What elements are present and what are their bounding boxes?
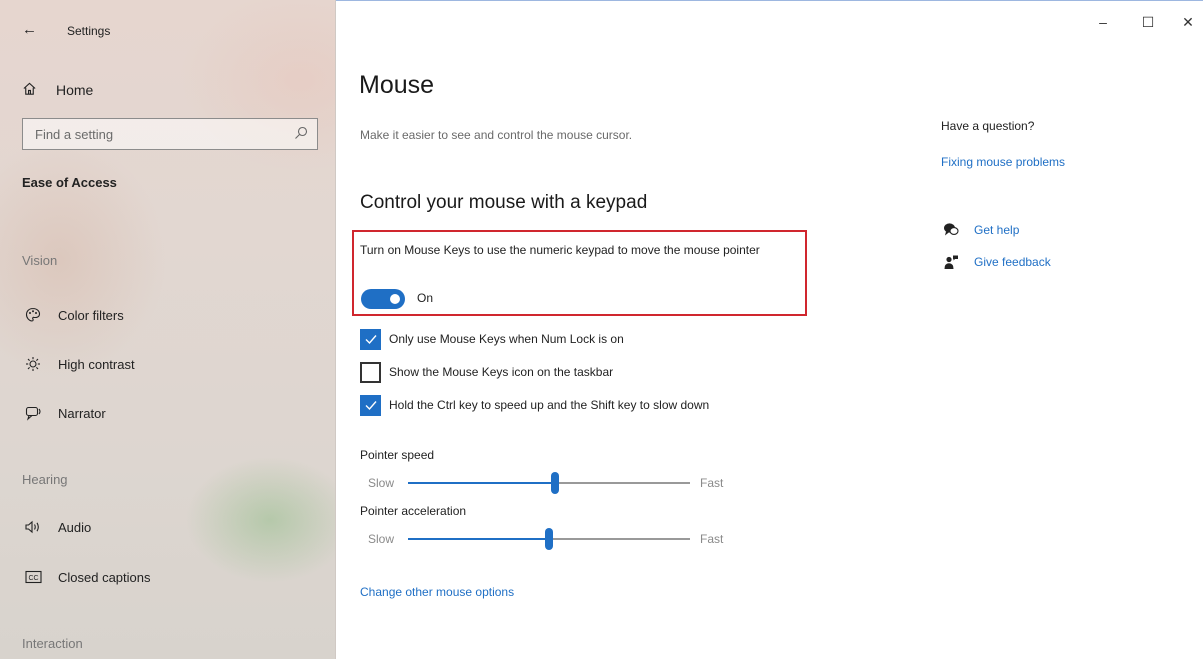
sidebar-item-high-contrast[interactable]: High contrast bbox=[22, 352, 135, 376]
give-feedback-row[interactable]: Give feedback bbox=[941, 254, 1051, 270]
sidebar-item-narrator[interactable]: Narrator bbox=[22, 401, 106, 425]
get-help-icon bbox=[941, 222, 961, 237]
group-label-hearing: Hearing bbox=[22, 472, 68, 487]
get-help-link[interactable]: Get help bbox=[974, 223, 1019, 237]
back-button[interactable]: ← bbox=[22, 20, 42, 40]
sidebar-item-color-filters[interactable]: Color filters bbox=[22, 303, 124, 327]
settings-sidebar: ← Settings Home Ease of Access Vision Co… bbox=[0, 0, 336, 659]
sidebar-item-closed-captions[interactable]: CC Closed captions bbox=[22, 565, 151, 589]
slider-fill bbox=[408, 538, 549, 540]
checkbox-label: Only use Mouse Keys when Num Lock is on bbox=[389, 332, 624, 346]
toggle-state-label: On bbox=[417, 291, 434, 305]
pointer-acceleration-slider-row: Slow Fast bbox=[360, 528, 740, 550]
closed-captions-icon: CC bbox=[22, 570, 44, 584]
search-input[interactable] bbox=[23, 119, 317, 149]
pointer-speed-slider-row: Slow Fast bbox=[360, 472, 740, 494]
page-subtitle: Make it easier to see and control the mo… bbox=[360, 128, 633, 142]
pointer-speed-label: Pointer speed bbox=[360, 448, 435, 462]
give-feedback-link[interactable]: Give feedback bbox=[974, 255, 1051, 269]
high-contrast-icon bbox=[22, 356, 44, 372]
close-icon: ✕ bbox=[1182, 14, 1194, 30]
pointer-acceleration-label: Pointer acceleration bbox=[360, 504, 467, 518]
checkbox-label: Show the Mouse Keys icon on the taskbar bbox=[389, 365, 614, 379]
minimize-icon: – bbox=[1099, 14, 1107, 30]
sidebar-titlebar: ← Settings bbox=[0, 0, 336, 60]
fixing-mouse-problems-link[interactable]: Fixing mouse problems bbox=[941, 155, 1065, 169]
sidebar-item-label: Home bbox=[56, 82, 94, 98]
maximize-icon: ☐ bbox=[1141, 14, 1155, 30]
get-help-row[interactable]: Get help bbox=[941, 222, 1019, 237]
checkbox-taskbar-icon[interactable] bbox=[360, 361, 381, 383]
page-title: Mouse bbox=[359, 71, 435, 99]
sidebar-item-label: Color filters bbox=[58, 307, 124, 323]
give-feedback-icon bbox=[941, 254, 961, 270]
section-heading: Control your mouse with a keypad bbox=[360, 192, 648, 213]
window-top-border bbox=[336, 0, 1203, 1]
slider-thumb[interactable] bbox=[551, 472, 559, 494]
checkbox-num-lock[interactable] bbox=[360, 328, 381, 350]
checkbox-num-lock-row[interactable]: Only use Mouse Keys when Num Lock is on bbox=[360, 328, 624, 350]
home-icon bbox=[22, 81, 42, 99]
sidebar-item-home[interactable]: Home bbox=[22, 78, 93, 102]
help-question-heading: Have a question? bbox=[941, 119, 1035, 133]
slider-max-label: Fast bbox=[700, 476, 724, 490]
close-button[interactable]: ✕ bbox=[1173, 14, 1203, 31]
app-title: Settings bbox=[67, 24, 111, 38]
checkmark-icon bbox=[365, 401, 377, 411]
sidebar-section-title: Ease of Access bbox=[22, 175, 117, 190]
sidebar-item-label: Closed captions bbox=[58, 569, 151, 585]
checkbox-label: Hold the Ctrl key to speed up and the Sh… bbox=[389, 398, 710, 412]
maximize-button[interactable]: ☐ bbox=[1133, 14, 1163, 31]
pointer-acceleration-slider[interactable] bbox=[408, 528, 690, 550]
toggle-knob bbox=[390, 294, 400, 304]
slider-min-label: Slow bbox=[368, 476, 395, 490]
svg-text:CC: CC bbox=[28, 575, 38, 582]
slider-fill bbox=[408, 482, 555, 484]
audio-icon bbox=[22, 519, 44, 535]
sidebar-item-label: Audio bbox=[58, 519, 92, 535]
slider-max-label: Fast bbox=[700, 532, 724, 546]
slider-min-label: Slow bbox=[368, 532, 395, 546]
change-other-mouse-options-link[interactable]: Change other mouse options bbox=[360, 585, 514, 599]
checkbox-taskbar-icon-row[interactable]: Show the Mouse Keys icon on the taskbar bbox=[360, 361, 613, 383]
minimize-button[interactable]: – bbox=[1088, 14, 1118, 30]
mouse-keys-toggle[interactable] bbox=[361, 289, 405, 309]
pointer-speed-slider[interactable] bbox=[408, 472, 690, 494]
back-arrow-icon: ← bbox=[22, 21, 37, 38]
checkbox-ctrl-shift[interactable] bbox=[360, 394, 381, 416]
checkbox-ctrl-shift-row[interactable]: Hold the Ctrl key to speed up and the Sh… bbox=[360, 394, 709, 416]
sidebar-item-label: High contrast bbox=[58, 356, 135, 372]
sidebar-item-label: Narrator bbox=[58, 405, 106, 421]
slider-thumb[interactable] bbox=[545, 528, 553, 550]
color-filters-icon bbox=[22, 307, 44, 323]
group-label-interaction: Interaction bbox=[22, 636, 83, 651]
narrator-icon bbox=[22, 405, 44, 421]
group-label-vision: Vision bbox=[22, 253, 58, 268]
checkmark-icon bbox=[365, 335, 377, 345]
search-box[interactable] bbox=[22, 118, 318, 150]
sidebar-item-audio[interactable]: Audio bbox=[22, 515, 91, 539]
search-icon[interactable] bbox=[294, 126, 308, 140]
mouse-keys-description: Turn on Mouse Keys to use the numeric ke… bbox=[360, 243, 760, 257]
